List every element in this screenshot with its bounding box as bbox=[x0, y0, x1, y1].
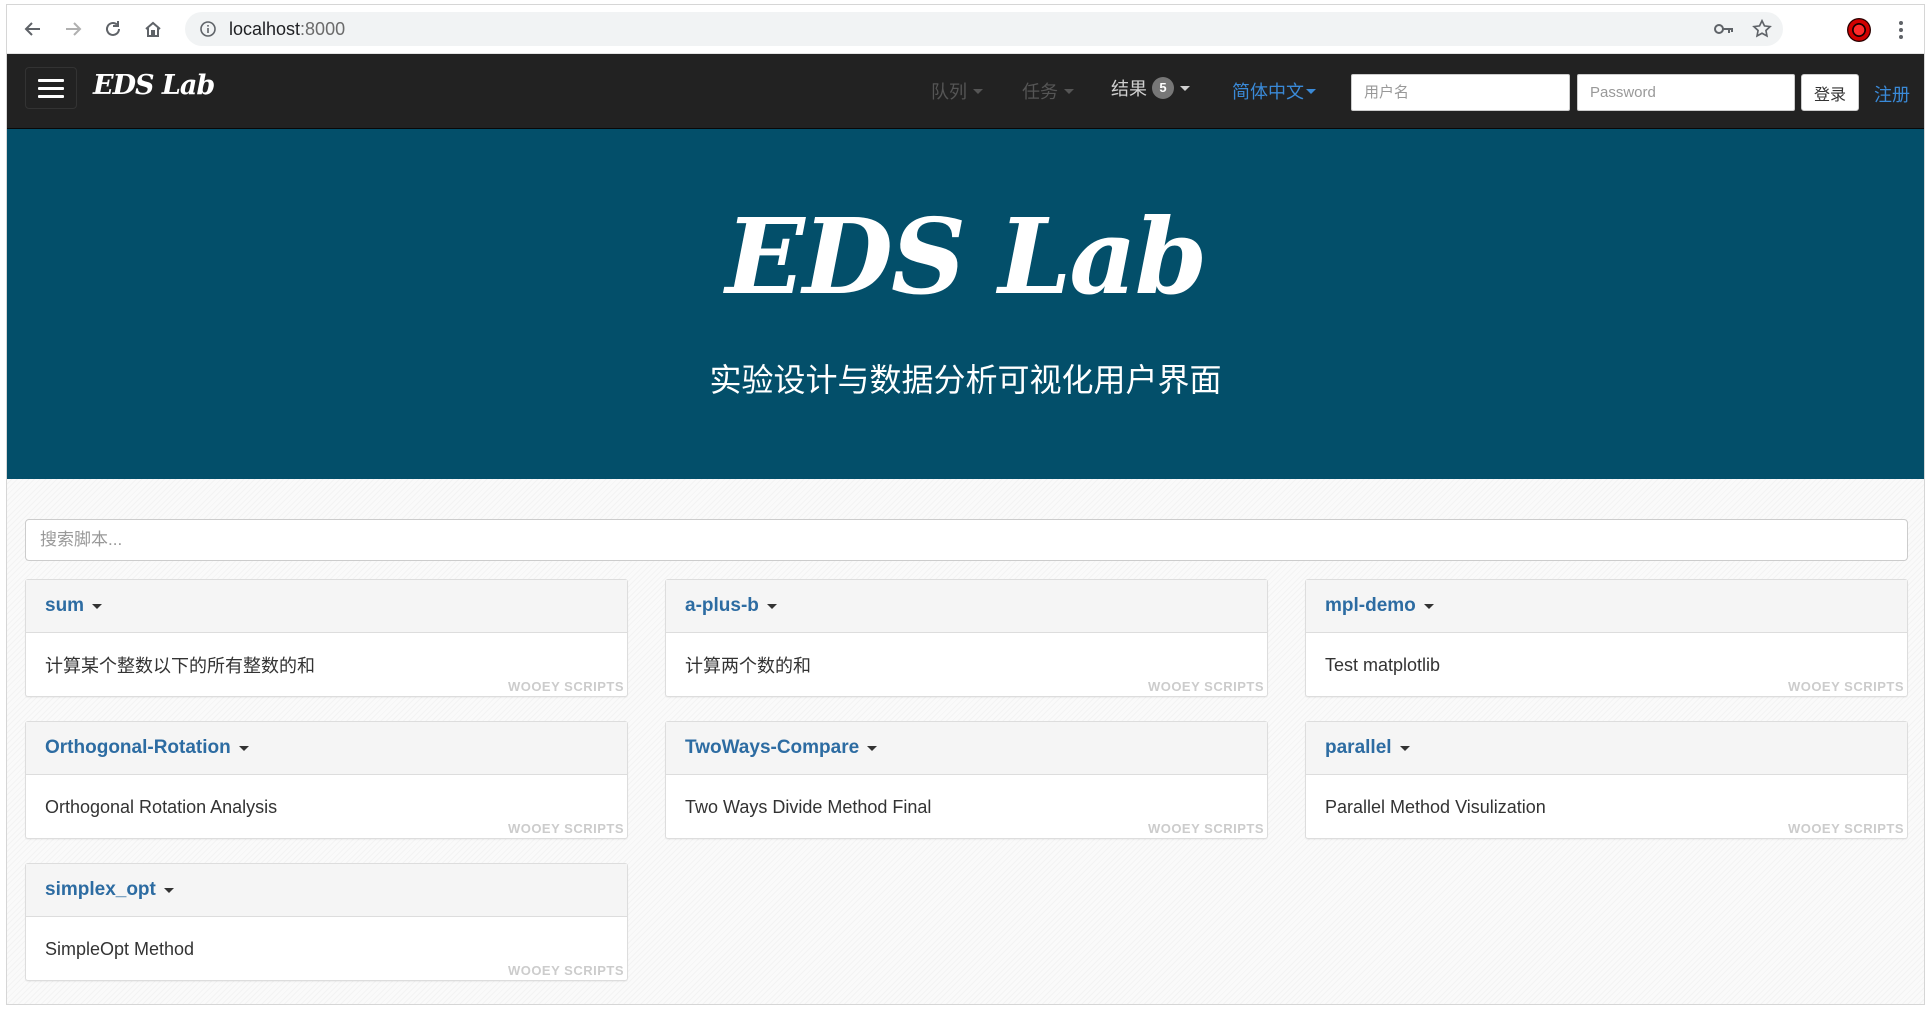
script-title[interactable]: mpl-demo bbox=[1325, 595, 1416, 617]
chevron-down-icon[interactable] bbox=[92, 603, 103, 609]
script-description: 计算两个数的和 bbox=[685, 656, 811, 676]
brand-logo[interactable]: EDS Lab bbox=[93, 70, 215, 101]
chevron-down-icon bbox=[973, 88, 983, 94]
login-button[interactable]: 登录 bbox=[1801, 74, 1859, 111]
hero-subtitle: 实验设计与数据分析可视化用户界面 bbox=[709, 362, 1222, 398]
script-description: SimpleOpt Method bbox=[45, 938, 195, 959]
forward-icon[interactable] bbox=[59, 15, 87, 43]
script-title[interactable]: simplex_opt bbox=[45, 879, 156, 901]
script-description: Parallel Method Visulization bbox=[1325, 796, 1546, 817]
scripts-section: sum 计算某个整数以下的所有整数的和 WOOEY SCRIPTS a-plus-… bbox=[7, 479, 1924, 1004]
script-card-footer: WOOEY SCRIPTS bbox=[507, 963, 624, 978]
address-bar[interactable]: localhost:8000 bbox=[185, 12, 1783, 46]
chevron-down-icon bbox=[1306, 88, 1316, 94]
url-text: localhost:8000 bbox=[229, 19, 346, 39]
nav-results[interactable]: 结果 5 bbox=[1111, 75, 1190, 101]
home-icon[interactable] bbox=[139, 15, 167, 43]
script-card-header[interactable]: a-plus-b bbox=[666, 580, 1267, 633]
hamburger-menu-icon[interactable] bbox=[25, 67, 77, 109]
nav-queue[interactable]: 队列 bbox=[931, 78, 983, 104]
register-link[interactable]: 注册 bbox=[1874, 81, 1910, 107]
script-title[interactable]: parallel bbox=[1325, 737, 1392, 759]
script-card: mpl-demo Test matplotlib WOOEY SCRIPTS bbox=[1305, 579, 1908, 697]
script-card: sum 计算某个整数以下的所有整数的和 WOOEY SCRIPTS bbox=[25, 579, 628, 697]
profile-avatar[interactable] bbox=[1847, 18, 1871, 42]
back-icon[interactable] bbox=[19, 15, 47, 43]
script-card: a-plus-b 计算两个数的和 WOOEY SCRIPTS bbox=[665, 579, 1268, 697]
script-description: Orthogonal Rotation Analysis bbox=[45, 796, 278, 817]
chevron-down-icon bbox=[1064, 88, 1074, 94]
menu-kebab-icon[interactable] bbox=[1893, 18, 1909, 42]
chevron-down-icon[interactable] bbox=[238, 745, 249, 751]
nav-tasks[interactable]: 任务 bbox=[1022, 78, 1074, 104]
navbar: EDS Lab 队列 任务 结果 5 简体中文 登录 注册 bbox=[7, 54, 1924, 129]
bookmark-star-icon[interactable] bbox=[1751, 18, 1773, 40]
script-title[interactable]: sum bbox=[45, 595, 84, 617]
hero-title: EDS Lab bbox=[725, 195, 1208, 318]
script-card: TwoWays-Compare Two Ways Divide Method F… bbox=[665, 721, 1268, 839]
script-description: 计算某个整数以下的所有整数的和 bbox=[45, 656, 315, 676]
script-search-input[interactable] bbox=[25, 519, 1908, 561]
script-description: Two Ways Divide Method Final bbox=[685, 796, 932, 817]
browser-window: localhost:8000 EDS Lab 队列 任务 结果 5 简体中文 用… bbox=[6, 4, 1925, 1005]
script-description: Test matplotlib bbox=[1325, 654, 1441, 675]
password-input[interactable] bbox=[1577, 74, 1795, 111]
script-card-footer: WOOEY SCRIPTS bbox=[507, 821, 624, 836]
script-card: simplex_opt SimpleOpt Method WOOEY SCRIPT… bbox=[25, 863, 628, 981]
chevron-down-icon[interactable] bbox=[766, 603, 777, 609]
results-count-badge: 5 bbox=[1152, 77, 1174, 99]
script-card-header[interactable]: sum bbox=[26, 580, 627, 633]
script-card: Orthogonal-Rotation Orthogonal Rotation … bbox=[25, 721, 628, 839]
script-card-footer: WOOEY SCRIPTS bbox=[1787, 821, 1904, 836]
script-title[interactable]: a-plus-b bbox=[685, 595, 759, 617]
script-title[interactable]: Orthogonal-Rotation bbox=[45, 737, 231, 759]
script-card-footer: WOOEY SCRIPTS bbox=[507, 679, 624, 694]
hero-banner: EDS Lab 实验设计与数据分析可视化用户界面 bbox=[7, 129, 1924, 479]
script-title[interactable]: TwoWays-Compare bbox=[685, 737, 859, 759]
browser-toolbar: localhost:8000 bbox=[7, 5, 1924, 54]
script-card-footer: WOOEY SCRIPTS bbox=[1147, 821, 1264, 836]
username-input[interactable] bbox=[1351, 74, 1570, 111]
script-card-header[interactable]: simplex_opt bbox=[26, 864, 627, 917]
chevron-down-icon bbox=[1180, 85, 1190, 91]
key-icon[interactable] bbox=[1713, 20, 1735, 38]
chevron-down-icon[interactable] bbox=[163, 887, 174, 893]
language-selector[interactable]: 简体中文 bbox=[1232, 78, 1316, 104]
script-card: parallel Parallel Method Visulization WOO… bbox=[1305, 721, 1908, 839]
chevron-down-icon[interactable] bbox=[867, 745, 878, 751]
script-card-footer: WOOEY SCRIPTS bbox=[1147, 679, 1264, 694]
script-card-footer: WOOEY SCRIPTS bbox=[1787, 679, 1904, 694]
info-icon[interactable] bbox=[199, 20, 217, 38]
script-card-header[interactable]: parallel bbox=[1306, 722, 1907, 775]
script-card-header[interactable]: Orthogonal-Rotation bbox=[26, 722, 627, 775]
script-card-header[interactable]: TwoWays-Compare bbox=[666, 722, 1267, 775]
reload-icon[interactable] bbox=[99, 15, 127, 43]
chevron-down-icon[interactable] bbox=[1423, 603, 1434, 609]
chevron-down-icon[interactable] bbox=[1399, 745, 1410, 751]
script-card-header[interactable]: mpl-demo bbox=[1306, 580, 1907, 633]
